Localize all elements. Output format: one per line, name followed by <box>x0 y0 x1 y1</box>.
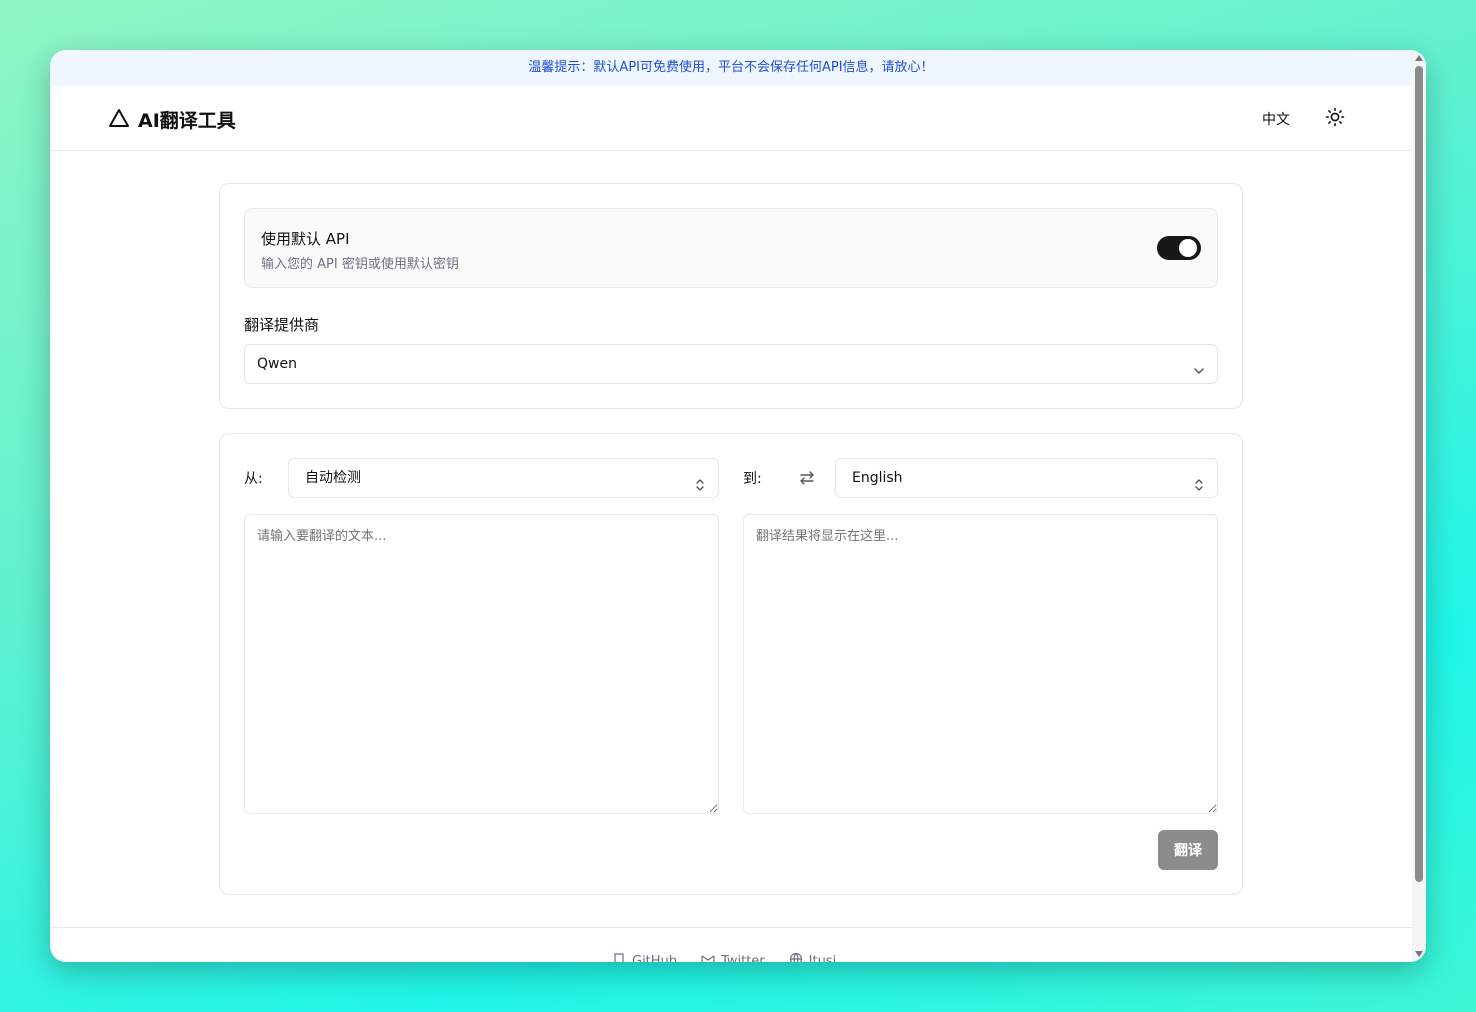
default-api-description: 输入您的 API 密钥或使用默认密钥 <box>261 257 459 272</box>
source-language-value: 自动检测 <box>305 470 361 486</box>
triangle-logo-icon <box>108 108 130 132</box>
app-title: AI翻译工具 <box>138 110 236 132</box>
chevron-up-down-icon <box>692 470 708 491</box>
translator-card: 从: 自动检测 到: English 翻译 <box>219 433 1243 895</box>
footer-links: GitHub Twitter Itusi <box>612 952 836 962</box>
top-navbar: AI翻译工具 中文 <box>50 86 1412 151</box>
toggle-knob <box>1179 239 1197 257</box>
github-icon <box>612 952 626 962</box>
default-api-toggle[interactable] <box>1157 236 1201 260</box>
default-api-row: 使用默认 API 输入您的 API 密钥或使用默认密钥 <box>244 208 1218 288</box>
footer-link-twitter[interactable]: Twitter <box>701 952 765 962</box>
provider-label: 翻译提供商 <box>244 316 320 334</box>
footer-link-label: GitHub <box>632 953 678 963</box>
from-label: 从: <box>244 471 263 487</box>
target-language-value: English <box>852 470 903 486</box>
provider-value: Qwen <box>257 356 297 372</box>
api-settings-card: 使用默认 API 输入您的 API 密钥或使用默认密钥 翻译提供商 Qwen <box>219 183 1243 409</box>
translation-output[interactable] <box>743 514 1218 814</box>
footer-link-label: Twitter <box>721 953 765 963</box>
swap-arrows-icon <box>798 471 816 491</box>
app-window: 温馨提示：默认API可免费使用，平台不会保存任何API信息，请放心！ AI翻译工… <box>50 50 1426 962</box>
source-language-select[interactable]: 自动检测 <box>288 458 719 498</box>
footer-link-label: Itusi <box>808 953 837 963</box>
provider-select[interactable]: Qwen <box>244 344 1218 384</box>
theme-toggle-button[interactable] <box>1322 106 1348 132</box>
twitter-icon <box>701 952 715 962</box>
translate-button[interactable]: 翻译 <box>1158 830 1218 870</box>
swap-languages-button[interactable] <box>798 469 816 487</box>
scroll-thumb[interactable] <box>1415 66 1423 882</box>
language-switch-button[interactable]: 中文 <box>1250 107 1302 131</box>
chevron-up-down-icon <box>1191 470 1207 491</box>
default-api-title: 使用默认 API <box>261 230 350 248</box>
source-text-input[interactable] <box>244 514 719 814</box>
footer: GitHub Twitter Itusi <box>50 927 1412 962</box>
to-label: 到: <box>743 471 762 487</box>
footer-link-github[interactable]: GitHub <box>612 952 677 962</box>
scroll-down-arrow-icon[interactable] <box>1415 951 1423 957</box>
globe-icon <box>789 952 803 962</box>
footer-link-website[interactable]: Itusi <box>789 952 837 963</box>
target-language-select[interactable]: English <box>835 458 1218 498</box>
sun-icon <box>1325 107 1345 131</box>
brand[interactable]: AI翻译工具 <box>108 106 236 133</box>
chevron-down-icon <box>1191 356 1207 374</box>
notice-banner: 温馨提示：默认API可免费使用，平台不会保存任何API信息，请放心！ <box>50 50 1426 86</box>
scroll-up-arrow-icon[interactable] <box>1415 55 1423 61</box>
vertical-scrollbar[interactable] <box>1412 50 1426 962</box>
